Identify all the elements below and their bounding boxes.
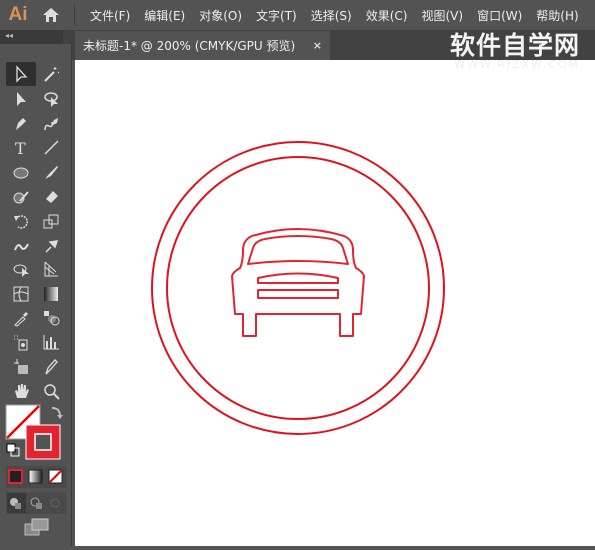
tool-puppet-warp[interactable] (36, 233, 66, 257)
tool-artboard[interactable] (6, 355, 36, 379)
menu-help[interactable]: 帮助(H) (529, 7, 585, 24)
direct-selection-icon (17, 91, 26, 106)
tool-slice[interactable] (36, 355, 66, 379)
car-icon[interactable] (231, 228, 365, 337)
color-mode-button[interactable] (8, 469, 23, 484)
tool-eyedropper[interactable] (6, 306, 36, 330)
outer-circle[interactable] (151, 141, 445, 435)
tool-curvature[interactable] (36, 111, 66, 135)
tool-eraser[interactable] (36, 184, 66, 208)
tool-mesh[interactable] (6, 282, 36, 306)
type-icon: T (15, 139, 26, 156)
tool-shape-builder[interactable] (6, 257, 36, 281)
lasso-icon (44, 91, 58, 107)
warp-icon (14, 243, 29, 251)
menu-select[interactable]: 选择(S) (304, 7, 359, 24)
tool-grid: T (6, 62, 66, 403)
inner-circle[interactable] (166, 156, 430, 420)
tool-pen[interactable] (6, 111, 36, 135)
rotate-icon (14, 214, 28, 229)
tool-warp[interactable] (6, 233, 36, 257)
artwork (151, 141, 445, 435)
tool-magic-wand[interactable] (36, 62, 66, 86)
eraser-icon (46, 191, 58, 204)
gradient-mode-button[interactable] (28, 469, 43, 484)
divider (74, 5, 75, 25)
blend-icon (44, 311, 60, 326)
panel-collapse-button[interactable]: ◂◂ (0, 30, 63, 44)
tool-perspective-grid[interactable] (36, 257, 66, 281)
menu-window[interactable]: 窗口(W) (470, 7, 529, 24)
tool-column-graph[interactable] (36, 330, 66, 354)
tool-selection[interactable] (6, 62, 36, 87)
menu-edit[interactable]: 编辑(E) (137, 7, 192, 24)
shaper-icon (13, 191, 29, 204)
mesh-icon (13, 286, 29, 302)
screen-mode-icon[interactable] (24, 518, 49, 536)
tool-lasso[interactable] (36, 86, 66, 110)
artboard-icon (14, 358, 28, 374)
slice-icon (45, 358, 58, 375)
menu-file[interactable]: 文件(F) (83, 7, 137, 24)
paintbrush-icon (45, 165, 58, 179)
menu-object[interactable]: 对象(O) (192, 7, 249, 24)
menu-view[interactable]: 视图(V) (414, 7, 470, 24)
tool-shaper[interactable] (6, 184, 36, 208)
tool-paintbrush[interactable] (36, 160, 66, 184)
document-tab-title: 未标题-1* @ 200% (CMYK/GPU 预览) (83, 39, 296, 53)
home-icon[interactable] (36, 0, 66, 30)
tools-panel: T (0, 44, 72, 546)
swap-icon[interactable] (51, 407, 63, 419)
perspective-grid-icon (44, 261, 58, 277)
tool-symbol-sprayer[interactable] (6, 330, 36, 354)
symbol-sprayer-icon (14, 335, 28, 351)
eyedropper-icon (14, 312, 28, 327)
zoom-icon (44, 384, 60, 400)
watermark: 软件自学网 WWW.RJZXW.COM (450, 26, 580, 71)
default-colors-icon[interactable] (6, 443, 20, 457)
tool-blend[interactable] (36, 306, 66, 330)
magic-wand-icon (44, 67, 60, 82)
tool-ellipse[interactable] (6, 160, 36, 184)
menu-type[interactable]: 文字(T) (249, 7, 304, 24)
selection-icon (16, 65, 28, 83)
close-icon[interactable]: × (313, 39, 322, 52)
none-mode-button[interactable] (48, 469, 63, 484)
stroke-swatch[interactable] (25, 424, 61, 460)
hand-icon (15, 384, 29, 399)
puppet-warp-icon (45, 240, 59, 253)
column-graph-icon (43, 335, 59, 350)
tool-scale[interactable] (36, 208, 66, 232)
menu-effect[interactable]: 效果(C) (359, 7, 415, 24)
tool-line-segment[interactable] (36, 135, 66, 159)
gradient-icon (44, 286, 58, 301)
tool-type[interactable]: T (6, 135, 36, 159)
watermark-title: 软件自学网 (450, 31, 581, 60)
watermark-url: WWW.RJZXW.COM (454, 58, 581, 71)
tool-direct-selection[interactable] (6, 86, 36, 110)
scale-icon (43, 214, 59, 229)
tool-gradient[interactable] (36, 282, 66, 306)
curvature-icon (44, 117, 58, 130)
color-controls (5, 404, 66, 536)
app-logo: Ai (8, 4, 28, 25)
pen-icon (16, 117, 26, 130)
line-segment-icon (44, 140, 59, 155)
shape-builder-icon (13, 264, 29, 278)
document-tab[interactable]: 未标题-1* @ 200% (CMYK/GPU 预览) × (75, 31, 330, 60)
artboard-canvas[interactable] (75, 60, 595, 546)
svg-text:T: T (15, 139, 26, 156)
ellipse-icon (13, 167, 29, 179)
tool-rotate[interactable] (6, 208, 36, 232)
